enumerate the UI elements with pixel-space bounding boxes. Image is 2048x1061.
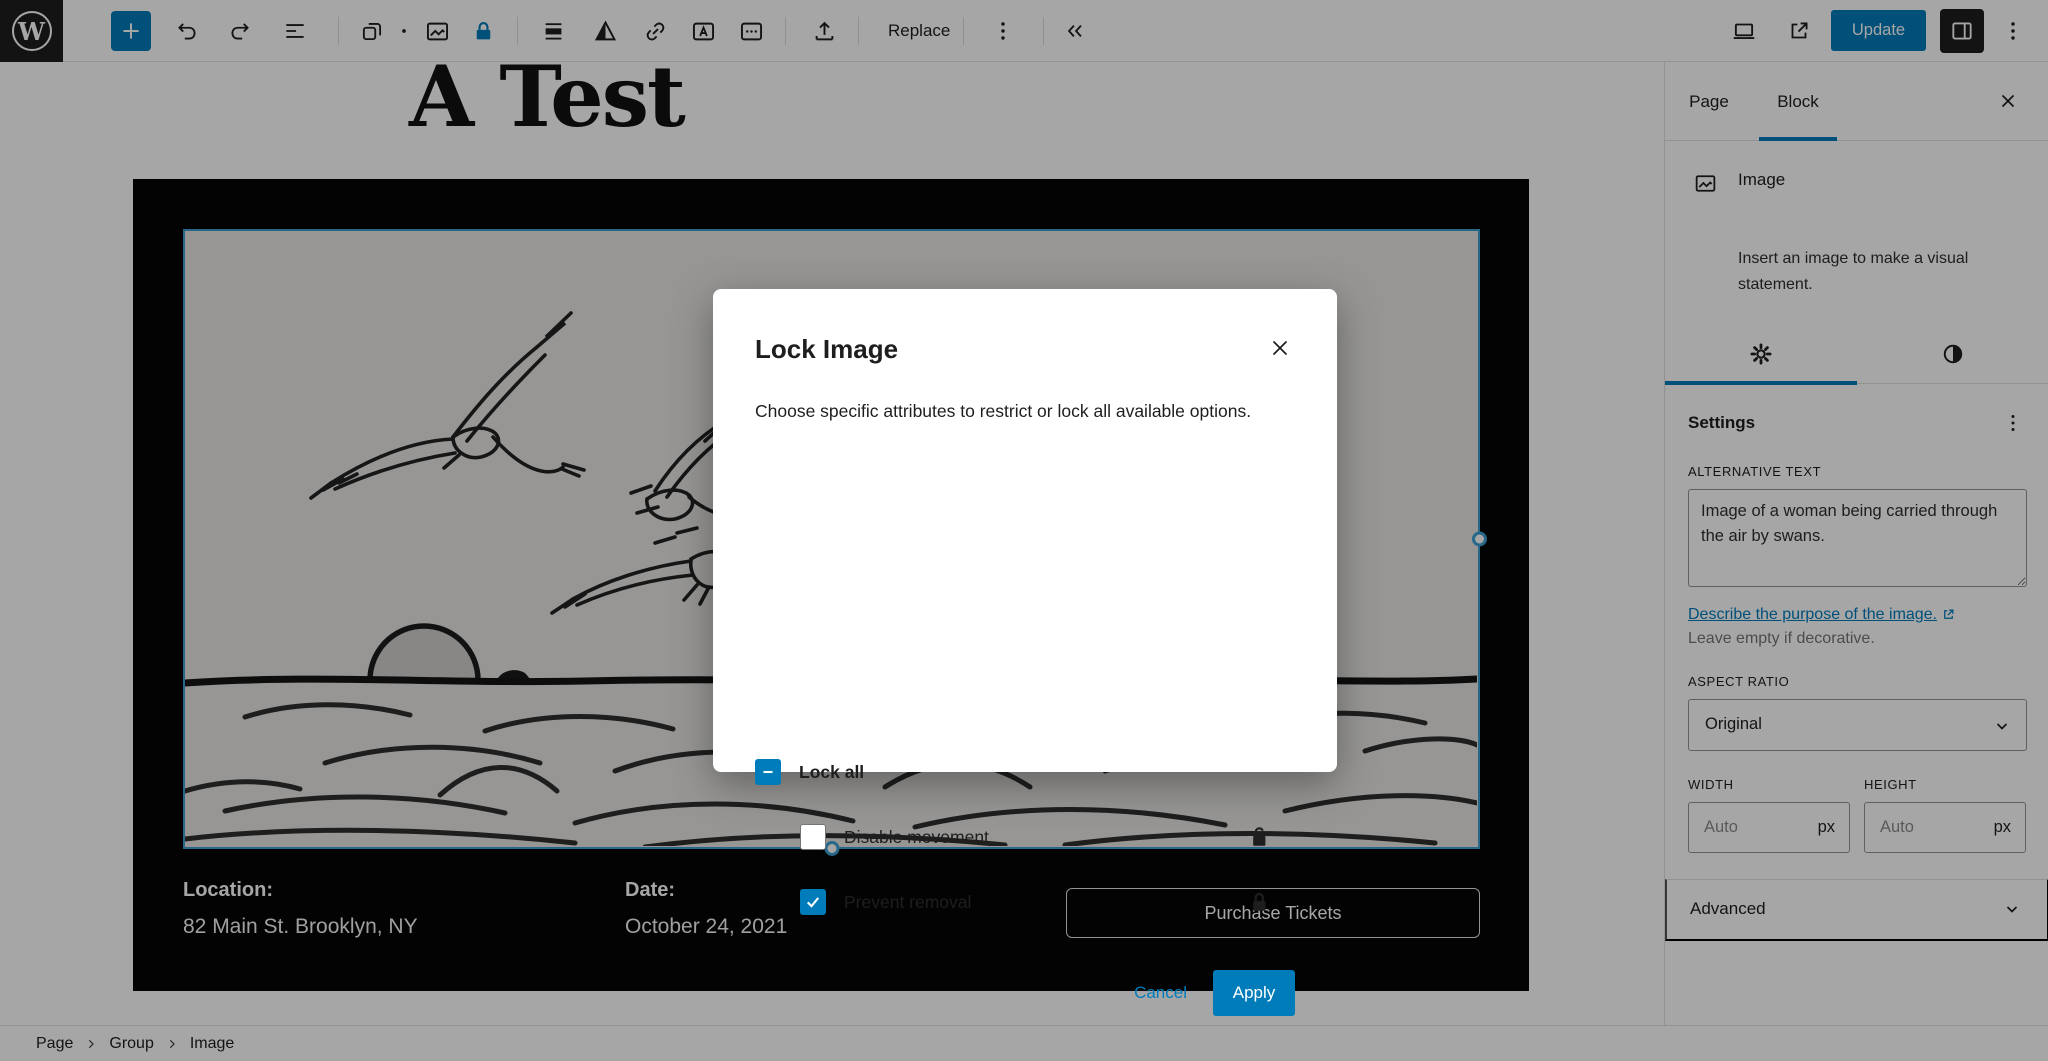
lock-all-row: Lock all — [755, 759, 864, 785]
lock-all-label: Lock all — [799, 762, 864, 783]
prevent-removal-checkbox[interactable] — [800, 889, 826, 915]
prevent-removal-row: Prevent removal — [800, 888, 1273, 916]
dialog-actions: Cancel Apply — [1134, 970, 1295, 1016]
prevent-removal-label: Prevent removal — [844, 892, 971, 913]
unlocked-icon — [1245, 823, 1273, 851]
apply-button[interactable]: Apply — [1213, 970, 1295, 1016]
disable-movement-checkbox[interactable] — [800, 824, 826, 850]
indeterminate-minus-icon — [759, 763, 777, 781]
close-icon — [1267, 335, 1293, 361]
check-icon — [804, 893, 822, 911]
lock-image-dialog: Lock Image Choose specific attributes to… — [713, 289, 1337, 772]
disable-movement-row: Disable movement — [800, 823, 1273, 851]
close-dialog-button[interactable] — [1258, 326, 1302, 370]
locked-icon — [1245, 888, 1273, 916]
wordpress-block-editor: W — [0, 0, 2048, 1061]
cancel-button[interactable]: Cancel — [1134, 983, 1187, 1003]
lock-all-checkbox[interactable] — [755, 759, 781, 785]
disable-movement-label: Disable movement — [844, 827, 989, 848]
dialog-title: Lock Image — [755, 334, 898, 365]
dialog-description: Choose specific attributes to restrict o… — [755, 401, 1300, 422]
